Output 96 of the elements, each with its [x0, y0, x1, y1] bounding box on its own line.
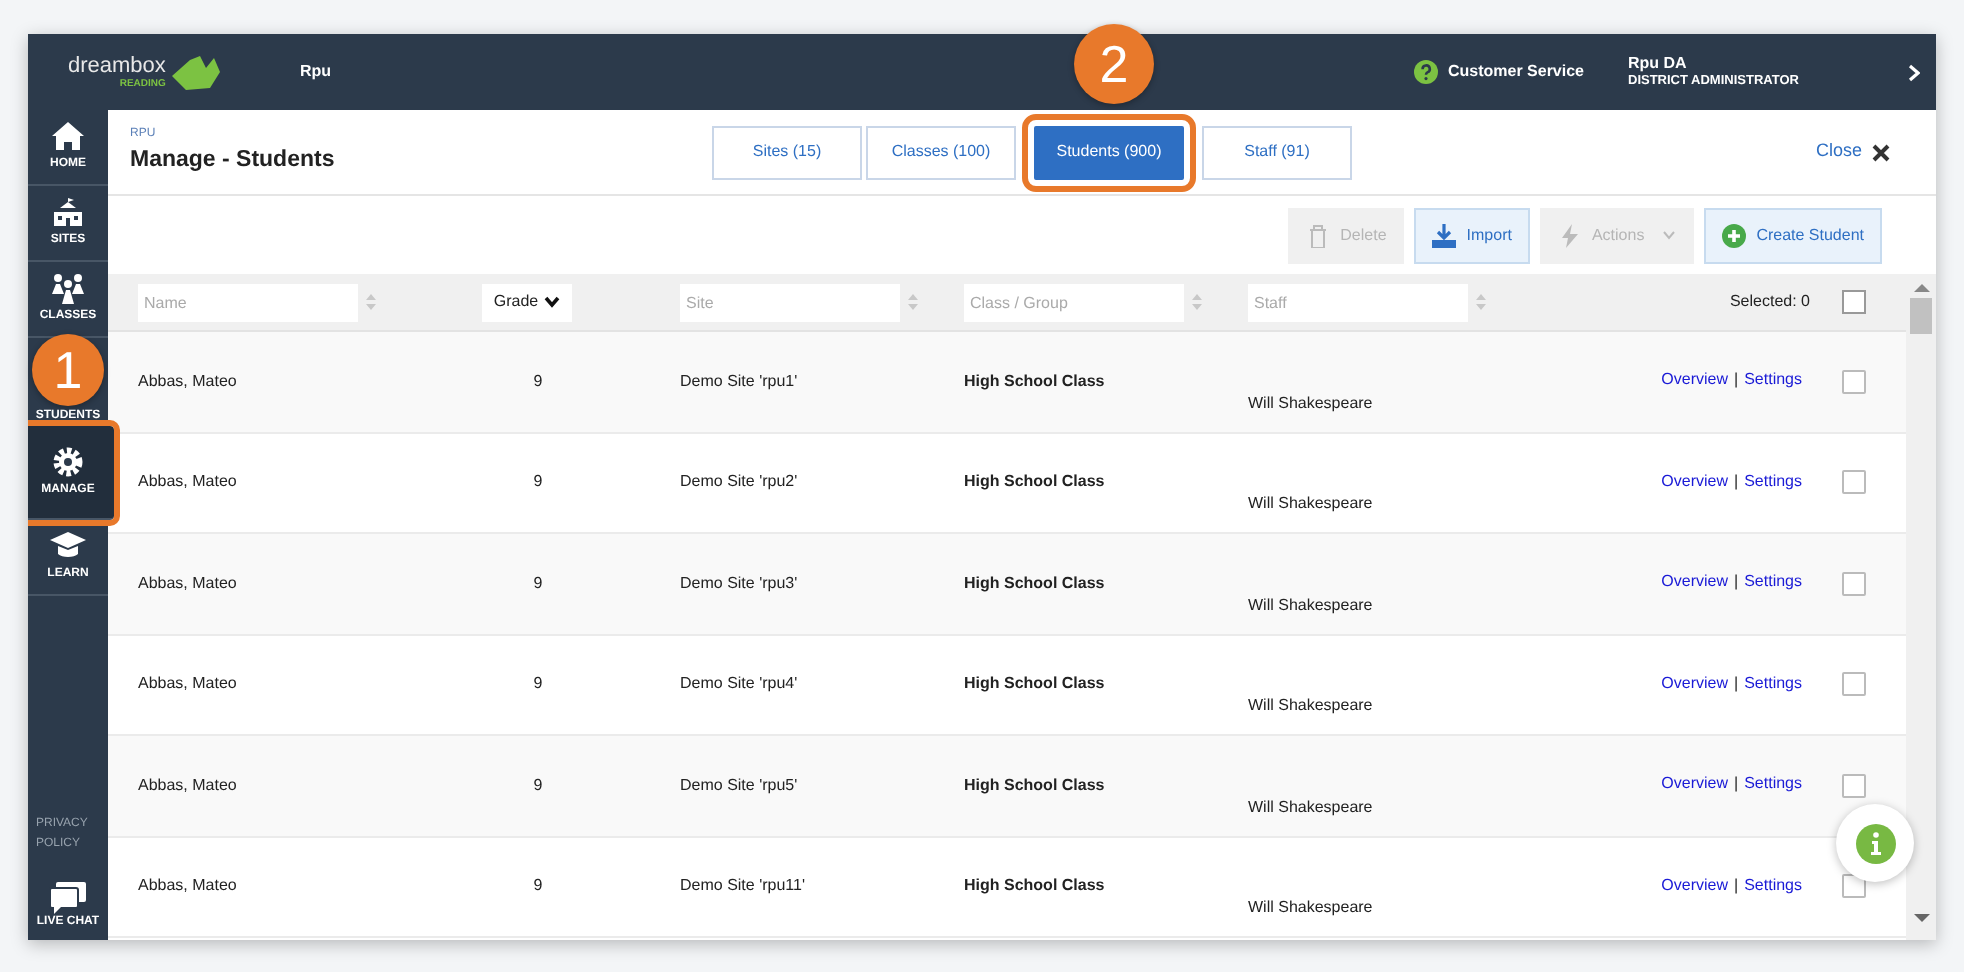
scrollbar-thumb[interactable] [1910, 298, 1932, 334]
overview-link[interactable]: Overview [1661, 671, 1729, 695]
table-cell: Will Shakespeare [1248, 595, 1373, 613]
link-divider: | [1734, 671, 1739, 695]
row-checkbox[interactable] [1842, 874, 1866, 899]
row-checkbox[interactable] [1842, 571, 1866, 596]
tab[interactable]: Sites (15) [712, 125, 862, 179]
table-cell: Will Shakespeare [1248, 898, 1373, 916]
user-name: Rpu DA [1628, 53, 1689, 74]
table-cell: Abbas, Mateo [138, 674, 237, 693]
table-cell: Demo Site 'rpu5' [680, 775, 798, 794]
create-button[interactable]: Create Student [1704, 207, 1882, 263]
help-icon[interactable] [1413, 60, 1438, 84]
district-name: Rpu [300, 60, 332, 84]
table-cell: Abbas, Mateo [138, 573, 237, 592]
selected-count: Selected: 0 [1729, 290, 1810, 314]
table-cell: Demo Site 'rpu11' [680, 876, 805, 895]
table-cell: Will Shakespeare [1248, 494, 1373, 512]
table-cell: Demo Site 'rpu4' [680, 674, 798, 693]
table-cell: High School Class [964, 371, 1105, 390]
select-all-checkbox[interactable] [1842, 290, 1866, 314]
table-cell-text: 9 [531, 672, 545, 697]
link-divider: | [1734, 368, 1739, 392]
settings-link[interactable]: Settings [1744, 469, 1802, 493]
grade-sort-button[interactable]: Grade [482, 283, 572, 321]
school-icon [50, 196, 86, 228]
table-cell: Abbas, Mateo [138, 775, 237, 794]
link-divider: | [1734, 772, 1739, 796]
sort-icon[interactable] [1476, 294, 1486, 310]
caret-icon [1662, 230, 1677, 240]
filter-field[interactable]: Site [680, 283, 900, 321]
close-button[interactable]: Close [1815, 138, 1890, 166]
page-title: Manage - Students [130, 145, 337, 176]
row-checkbox[interactable] [1842, 369, 1866, 394]
row-checkbox[interactable] [1842, 672, 1866, 697]
table-cell-text: 9 [531, 369, 545, 394]
chevron-right-icon[interactable] [1908, 63, 1920, 81]
link-divider: | [1734, 570, 1739, 594]
filter-field[interactable]: Name [138, 283, 358, 321]
table-cell: Will Shakespeare [1248, 393, 1373, 411]
sort-icon[interactable] [366, 294, 376, 310]
table-cell-text: 9 [531, 571, 545, 596]
import-button[interactable]: Import [1414, 207, 1530, 263]
scroll-down-icon[interactable] [1913, 912, 1929, 924]
overview-link[interactable]: Overview [1661, 570, 1729, 594]
table-cell: Will Shakespeare [1248, 696, 1373, 714]
table-cell: Demo Site 'rpu1' [680, 371, 798, 390]
cap-icon [50, 530, 86, 562]
row-checkbox[interactable] [1842, 773, 1866, 798]
overview-link[interactable]: Overview [1661, 368, 1729, 392]
customer-service-link[interactable]: Customer Service [1447, 60, 1584, 84]
settings-link[interactable]: Settings [1744, 772, 1802, 796]
table-cell: Abbas, Mateo [138, 371, 237, 390]
overview-link[interactable]: Overview [1661, 469, 1729, 493]
info-icon [1855, 823, 1895, 863]
settings-link[interactable]: Settings [1744, 570, 1802, 594]
row-checkbox[interactable] [1842, 470, 1866, 495]
trash-icon [1306, 223, 1331, 247]
table-cell: High School Class [964, 876, 1105, 895]
table-cell: Abbas, Mateo [138, 472, 237, 491]
logo-wordmark: dreambox [68, 55, 166, 77]
chat-bubbles-icon [48, 882, 88, 914]
sort-icon[interactable] [908, 294, 918, 310]
chevron-down-icon [544, 296, 561, 308]
lightning-icon [1557, 223, 1582, 247]
settings-link[interactable]: Settings [1744, 873, 1802, 897]
scroll-up-icon[interactable] [1913, 282, 1929, 294]
tab[interactable]: Classes (100) [866, 125, 1016, 179]
table-cell: Will Shakespeare [1248, 797, 1373, 815]
table-cell-text: 9 [531, 470, 545, 495]
table-cell: Demo Site 'rpu3' [680, 573, 798, 592]
download-icon [1432, 223, 1457, 247]
sort-icon[interactable] [1192, 294, 1202, 310]
table-cell: High School Class [964, 472, 1105, 491]
table-cell: Abbas, Mateo [138, 876, 237, 895]
close-icon [1872, 143, 1890, 161]
table-cell: High School Class [964, 573, 1105, 592]
home-icon [50, 120, 86, 152]
plus-circle-icon [1722, 223, 1747, 247]
filter-field[interactable]: Staff [1248, 283, 1468, 321]
settings-link[interactable]: Settings [1744, 671, 1802, 695]
scrollbar[interactable] [1906, 274, 1936, 940]
link-divider: | [1734, 873, 1739, 897]
gear-icon [50, 445, 86, 477]
table-cell: High School Class [964, 775, 1105, 794]
overview-link[interactable]: Overview [1661, 772, 1729, 796]
filter-field[interactable]: Class / Group [964, 283, 1184, 321]
settings-link[interactable]: Settings [1744, 368, 1802, 392]
overview-link[interactable]: Overview [1661, 873, 1729, 897]
table-cell-text: 9 [531, 874, 545, 899]
table-cell-text: 9 [531, 773, 545, 798]
table-cell: High School Class [964, 674, 1105, 693]
people-icon [50, 272, 86, 304]
link-divider: | [1734, 469, 1739, 493]
table-cell: Demo Site 'rpu2' [680, 472, 798, 491]
tab[interactable]: Staff (91) [1202, 125, 1352, 179]
